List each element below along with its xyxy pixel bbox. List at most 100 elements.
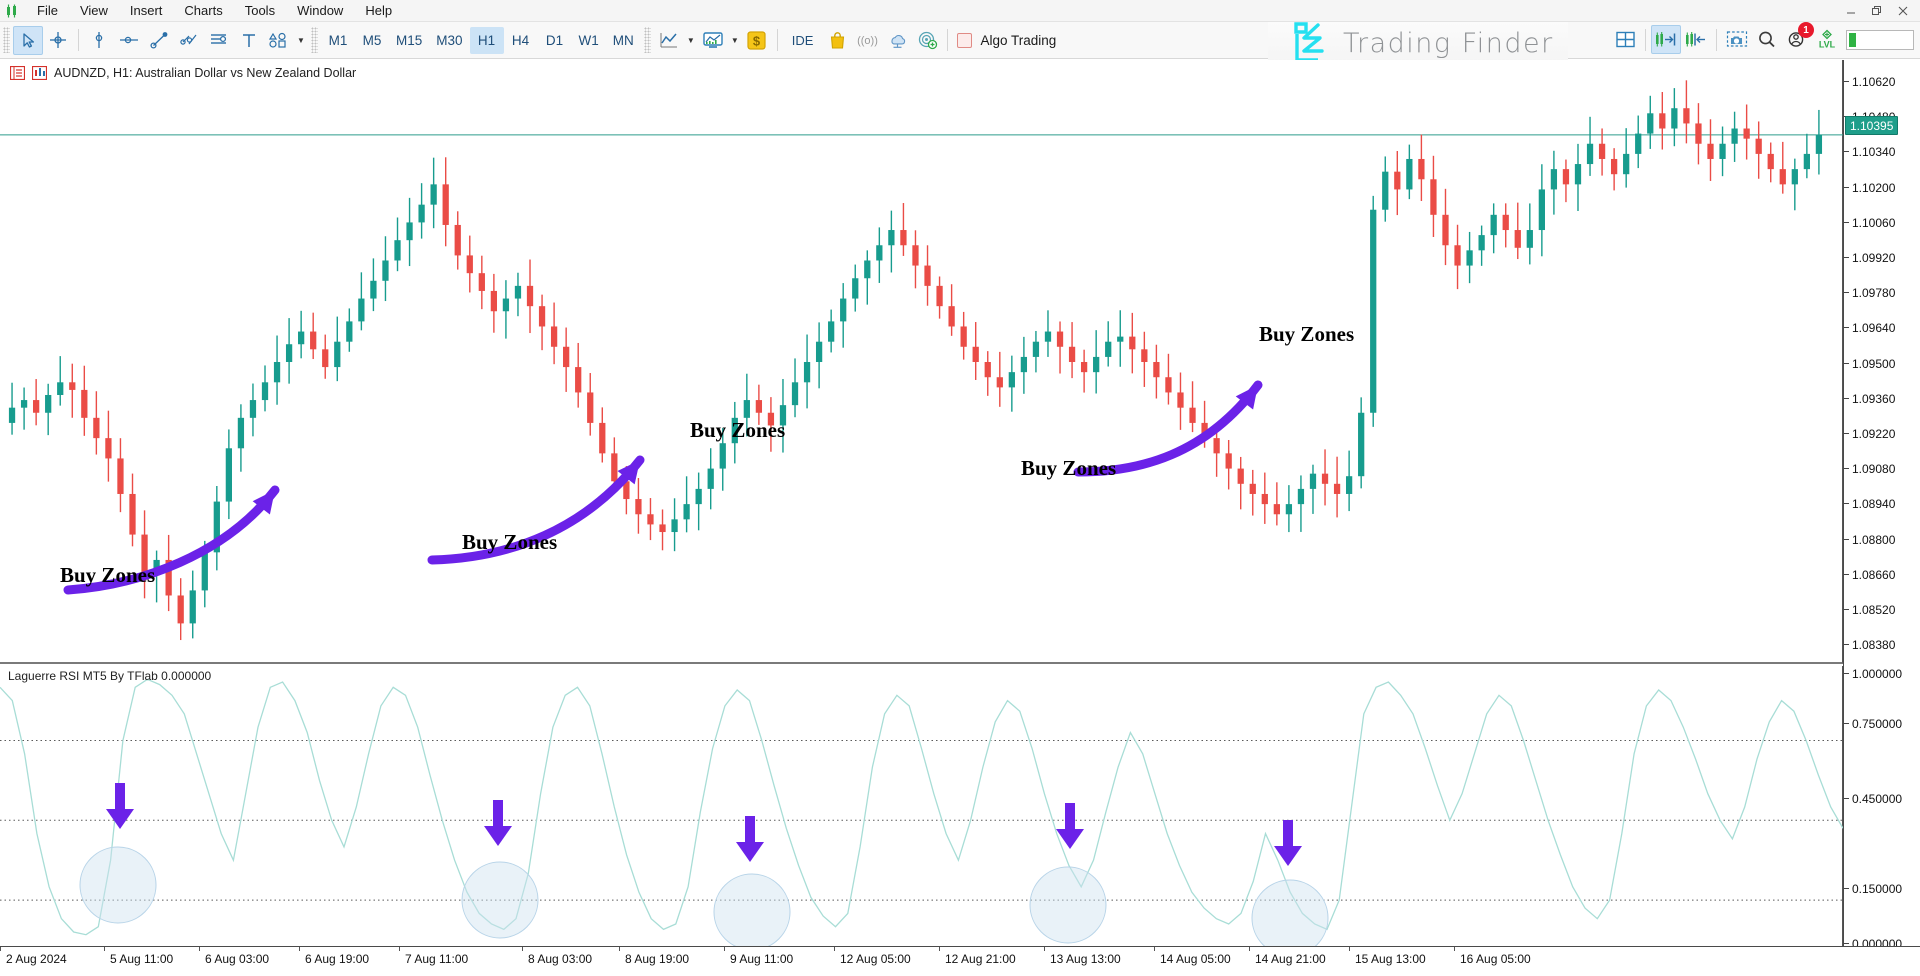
main-toolbar: ▼ M1 M5 M15 M30 H1 H4 D1 W1 MN ▼	[0, 22, 1920, 59]
price-tick: 1.09640	[1844, 322, 1895, 334]
svg-text:LVL: LVL	[1819, 40, 1836, 50]
menu-bar: File View Insert Charts Tools Window Hel…	[0, 0, 1920, 22]
price-tick: 1.09780	[1844, 287, 1895, 299]
time-tick: 12 Aug 21:00	[945, 952, 1016, 966]
shapes-dropdown-icon[interactable]: ▼	[294, 26, 308, 55]
timeframe-m1[interactable]: M1	[321, 27, 355, 54]
price-tick: 1.10340	[1844, 146, 1895, 158]
time-tick: 16 Aug 05:00	[1460, 952, 1531, 966]
restore-icon[interactable]	[1864, 2, 1890, 20]
toolbar-divider-3	[947, 29, 948, 51]
indicators-dropdown-icon[interactable]: ▼	[728, 26, 742, 55]
toolbar-divider-2	[777, 29, 778, 51]
toolbar-grip-2[interactable]	[311, 27, 318, 53]
indicator-pane[interactable]: Laguerre RSI MT5 By TFlab 0.000000	[0, 666, 1843, 946]
price-chart-canvas	[0, 60, 1843, 664]
signals-icon[interactable]: ((o))	[852, 26, 882, 55]
buy-zone-label: Buy Zones	[60, 563, 155, 588]
chart-shift-icon[interactable]	[1681, 25, 1711, 54]
toolbar-right-group: 1 LVL	[1610, 25, 1914, 54]
indicator-tick: 0.450000	[1844, 793, 1902, 805]
price-tick: 1.09920	[1844, 252, 1895, 264]
minimize-icon[interactable]	[1838, 2, 1864, 20]
data-window-icon	[10, 66, 25, 80]
buy-zone-label: Buy Zones	[690, 418, 785, 443]
price-tick: 1.08520	[1844, 604, 1895, 616]
menu-help[interactable]: Help	[354, 0, 403, 22]
timeframe-m15[interactable]: M15	[389, 27, 429, 54]
time-tick: 5 Aug 11:00	[110, 952, 173, 966]
dollar-icon[interactable]: $	[742, 26, 772, 55]
price-tick: 1.10060	[1844, 217, 1895, 229]
toolbar-divider-4	[1645, 29, 1646, 51]
scroll-to-end-icon[interactable]	[1651, 25, 1681, 54]
time-axis[interactable]: 2 Aug 20245 Aug 11:006 Aug 03:006 Aug 19…	[0, 946, 1920, 976]
price-tick: 1.08380	[1844, 639, 1895, 651]
timeframe-mn[interactable]: MN	[606, 27, 641, 54]
price-tick: 1.10200	[1844, 182, 1895, 194]
price-tick: 1.08800	[1844, 534, 1895, 546]
trendline-icon[interactable]	[144, 26, 174, 55]
vertical-line-icon[interactable]	[84, 26, 114, 55]
buy-zone-label: Buy Zones	[462, 530, 557, 555]
indicator-tick: 1.000000	[1844, 668, 1902, 680]
price-chart-pane[interactable]: AUDNZD, H1: Australian Dollar vs New Zea…	[0, 60, 1843, 664]
current-price-label: 1.10395	[1845, 116, 1898, 135]
price-tick: 1.08660	[1844, 569, 1895, 581]
cloud-icon[interactable]	[882, 26, 912, 55]
line-chart-icon[interactable]	[654, 26, 684, 55]
price-tick: 1.09080	[1844, 463, 1895, 475]
time-tick: 8 Aug 03:00	[528, 952, 592, 966]
algo-trading-label: Algo Trading	[980, 33, 1056, 48]
search-icon[interactable]	[1752, 25, 1782, 54]
timeframe-w1[interactable]: W1	[572, 27, 606, 54]
menu-charts[interactable]: Charts	[173, 0, 233, 22]
price-tick: 1.10620	[1844, 76, 1895, 88]
timeframe-h4[interactable]: H4	[504, 27, 538, 54]
indicator-tick: 0.750000	[1844, 718, 1902, 730]
algo-trading-toggle[interactable]: Algo Trading	[953, 26, 1064, 55]
toolbar-divider	[78, 29, 79, 51]
market-bag-icon[interactable]	[822, 26, 852, 55]
menu-window[interactable]: Window	[286, 0, 354, 22]
menu-view[interactable]: View	[69, 0, 119, 22]
cursor-icon[interactable]	[13, 26, 43, 55]
text-label-icon[interactable]	[234, 26, 264, 55]
horizontal-line-icon[interactable]	[114, 26, 144, 55]
polyline-icon[interactable]	[174, 26, 204, 55]
timeframe-m30[interactable]: M30	[429, 27, 469, 54]
time-tick: 6 Aug 03:00	[205, 952, 269, 966]
grid-layout-icon[interactable]	[1610, 25, 1640, 54]
price-axis[interactable]: 1.106201.104801.103401.102001.100601.099…	[1843, 60, 1920, 946]
indicator-tick: 0.150000	[1844, 883, 1902, 895]
vps-icon[interactable]	[912, 26, 942, 55]
timeframe-d1[interactable]: D1	[538, 27, 572, 54]
buy-zone-label: Buy Zones	[1259, 322, 1354, 347]
toolbar-grip[interactable]	[3, 27, 10, 53]
crosshair-icon[interactable]	[43, 26, 73, 55]
menu-file[interactable]: File	[26, 0, 69, 22]
screenshot-icon[interactable]	[1722, 25, 1752, 54]
window-controls	[1838, 0, 1916, 22]
menu-insert[interactable]: Insert	[119, 0, 174, 22]
account-badge: 1	[1798, 22, 1814, 38]
close-icon[interactable]	[1890, 2, 1916, 20]
price-tick: 1.09220	[1844, 428, 1895, 440]
menu-tools[interactable]: Tools	[234, 0, 286, 22]
fibonacci-icon[interactable]	[204, 26, 234, 55]
connection-progress-bar	[1846, 30, 1914, 50]
toolbar-grip-3[interactable]	[644, 27, 651, 53]
chart-type-dropdown-icon[interactable]: ▼	[684, 26, 698, 55]
indicators-icon[interactable]	[698, 26, 728, 55]
timeframe-h1[interactable]: H1	[470, 27, 504, 54]
indicator-canvas	[0, 666, 1843, 946]
level-icon[interactable]: LVL	[1812, 25, 1842, 54]
chart-container: AUDNZD, H1: Australian Dollar vs New Zea…	[0, 60, 1920, 976]
buy-zone-label: Buy Zones	[1021, 456, 1116, 481]
ide-button[interactable]: IDE	[783, 27, 823, 54]
connection-progress-fill	[1849, 33, 1856, 47]
shapes-icon[interactable]	[264, 26, 294, 55]
account-icon[interactable]: 1	[1782, 25, 1812, 54]
timeframe-m5[interactable]: M5	[355, 27, 389, 54]
time-tick: 7 Aug 11:00	[405, 952, 468, 966]
